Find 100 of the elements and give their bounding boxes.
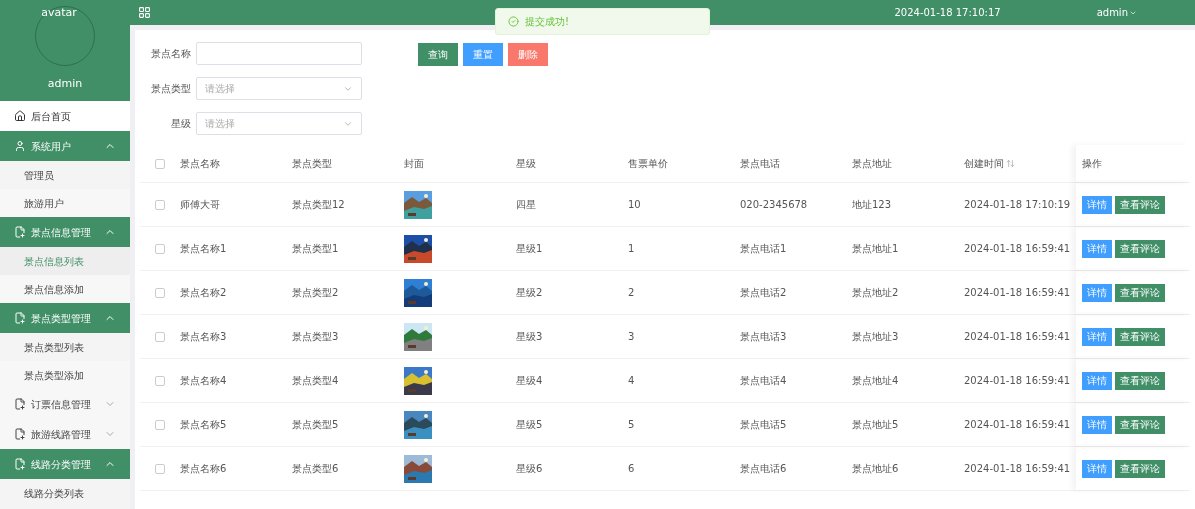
detail-button[interactable]: 详情 <box>1082 327 1112 346</box>
view-comments-button[interactable]: 查看评论 <box>1115 327 1165 346</box>
detail-button[interactable]: 详情 <box>1082 459 1112 478</box>
column-header: 景点名称 <box>180 157 220 171</box>
name-input[interactable] <box>196 42 362 65</box>
document-icon <box>14 312 26 324</box>
table-cell: 景点类型5 <box>292 419 339 430</box>
table-cell: 景点地址1 <box>852 243 899 254</box>
document-icon <box>14 428 26 440</box>
user-menu[interactable]: admin <box>1096 5 1137 20</box>
table-cell: 星级5 <box>516 419 543 430</box>
filter-button[interactable]: 删除 <box>508 43 548 66</box>
table-cell: 星级4 <box>516 375 543 386</box>
table-cell: 2 <box>628 287 635 298</box>
select-field[interactable]: 请选择 <box>196 77 362 100</box>
filter-button[interactable]: 重置 <box>463 43 503 66</box>
filter-label: 景点类型 <box>150 82 191 96</box>
menu-icon[interactable] <box>138 6 151 19</box>
row-checkbox[interactable] <box>155 243 165 254</box>
detail-button[interactable]: 详情 <box>1082 195 1112 214</box>
select-all-checkbox[interactable] <box>155 158 165 169</box>
document-icon <box>14 458 26 470</box>
table-cell: 景点地址2 <box>852 287 899 298</box>
table-cell: 景点名称1 <box>180 243 227 254</box>
menu-item[interactable]: 线路分类管理 <box>0 449 130 479</box>
sort-icon[interactable] <box>1006 159 1015 168</box>
menu-item[interactable]: 后台首页 <box>0 101 130 131</box>
table-cell: 景点名称4 <box>180 375 227 386</box>
menu-item[interactable]: 景点信息管理 <box>0 217 130 247</box>
table-cell: 2024-01-18 16:59:41 <box>964 287 1071 298</box>
view-comments-button[interactable]: 查看评论 <box>1115 283 1165 302</box>
table-cell: 景点电话4 <box>740 375 787 386</box>
menu-item[interactable]: 系统用户 <box>0 131 130 161</box>
column-header: 创建时间 <box>964 157 1004 171</box>
table-cell: 2024-01-18 16:59:41 <box>964 375 1071 386</box>
table-cell: 5 <box>628 419 635 430</box>
table-cell: 景点地址4 <box>852 375 899 386</box>
table-cell: 景点类型1 <box>292 243 339 254</box>
view-comments-button[interactable]: 查看评论 <box>1115 415 1165 434</box>
table-cell: 景点名称2 <box>180 287 227 298</box>
row-checkbox[interactable] <box>155 375 165 386</box>
row-checkbox[interactable] <box>155 419 165 430</box>
table-cell: 景点电话3 <box>740 331 787 342</box>
table-cell: 景点类型6 <box>292 463 339 474</box>
table-cell: 6 <box>628 463 635 474</box>
column-header: 售票单价 <box>628 157 668 171</box>
column-header: 景点电话 <box>740 157 780 171</box>
table-cell: 星级2 <box>516 287 543 298</box>
view-comments-button[interactable]: 查看评论 <box>1115 459 1165 478</box>
detail-button[interactable]: 详情 <box>1082 415 1112 434</box>
table-cell: 3 <box>628 331 635 342</box>
detail-button[interactable]: 详情 <box>1082 371 1112 390</box>
table-cell: 景点类型3 <box>292 331 339 342</box>
column-header: 景点类型 <box>292 157 332 171</box>
detail-button[interactable]: 详情 <box>1082 239 1112 258</box>
avatar-alt-text: avatar <box>41 5 77 21</box>
table-cell: 景点电话6 <box>740 463 787 474</box>
table-cell: 景点名称6 <box>180 463 227 474</box>
table-cell: 星级3 <box>516 331 543 342</box>
table-cell: 020-2345678 <box>740 199 808 210</box>
column-header: 操作 <box>1082 157 1102 171</box>
table-cell: 2024-01-18 16:59:41 <box>964 243 1071 254</box>
menu-item[interactable]: 景点类型管理 <box>0 303 130 333</box>
table-cell: 地址123 <box>852 199 892 210</box>
table-cell: 景点类型4 <box>292 375 339 386</box>
filter-label: 景点名称 <box>150 47 191 61</box>
table-cell: 景点电话1 <box>740 243 787 254</box>
success-icon <box>508 16 519 27</box>
table-cell: 2024-01-18 16:59:41 <box>964 463 1071 474</box>
row-checkbox[interactable] <box>155 287 165 298</box>
table-cell: 1 <box>628 243 635 254</box>
table-cell: 10 <box>628 199 641 210</box>
table-cell: 四星 <box>516 199 536 210</box>
filter-button[interactable]: 查询 <box>418 43 458 66</box>
column-header: 封面 <box>404 157 424 171</box>
table-cell: 景点名称3 <box>180 331 227 342</box>
table-cell: 景点名称5 <box>180 419 227 430</box>
toast-message: 提交成功! <box>525 15 569 29</box>
column-header: 景点地址 <box>852 157 892 171</box>
table-cell: 2024-01-18 16:59:41 <box>964 419 1071 430</box>
table-cell: 师傅大哥 <box>180 199 220 210</box>
submenu-item[interactable]: 景点信息列表 <box>0 247 130 275</box>
table-cell: 景点地址3 <box>852 331 899 342</box>
filter-label: 星级 <box>170 117 191 131</box>
row-checkbox[interactable] <box>155 199 165 210</box>
view-comments-button[interactable]: 查看评论 <box>1115 371 1165 390</box>
row-checkbox[interactable] <box>155 331 165 342</box>
table-cell: 景点地址6 <box>852 463 899 474</box>
document-icon <box>14 226 26 238</box>
table-cell: 景点地址5 <box>852 419 899 430</box>
view-comments-button[interactable]: 查看评论 <box>1115 195 1165 214</box>
column-header: 星级 <box>516 157 536 171</box>
detail-button[interactable]: 详情 <box>1082 283 1112 302</box>
table-cell: 景点类型2 <box>292 287 339 298</box>
header-datetime: 2024-01-18 17:10:17 <box>894 6 1001 20</box>
select-field[interactable]: 请选择 <box>196 112 362 135</box>
user-icon <box>14 140 26 152</box>
row-checkbox[interactable] <box>155 463 165 474</box>
view-comments-button[interactable]: 查看评论 <box>1115 239 1165 258</box>
document-icon <box>14 398 26 410</box>
